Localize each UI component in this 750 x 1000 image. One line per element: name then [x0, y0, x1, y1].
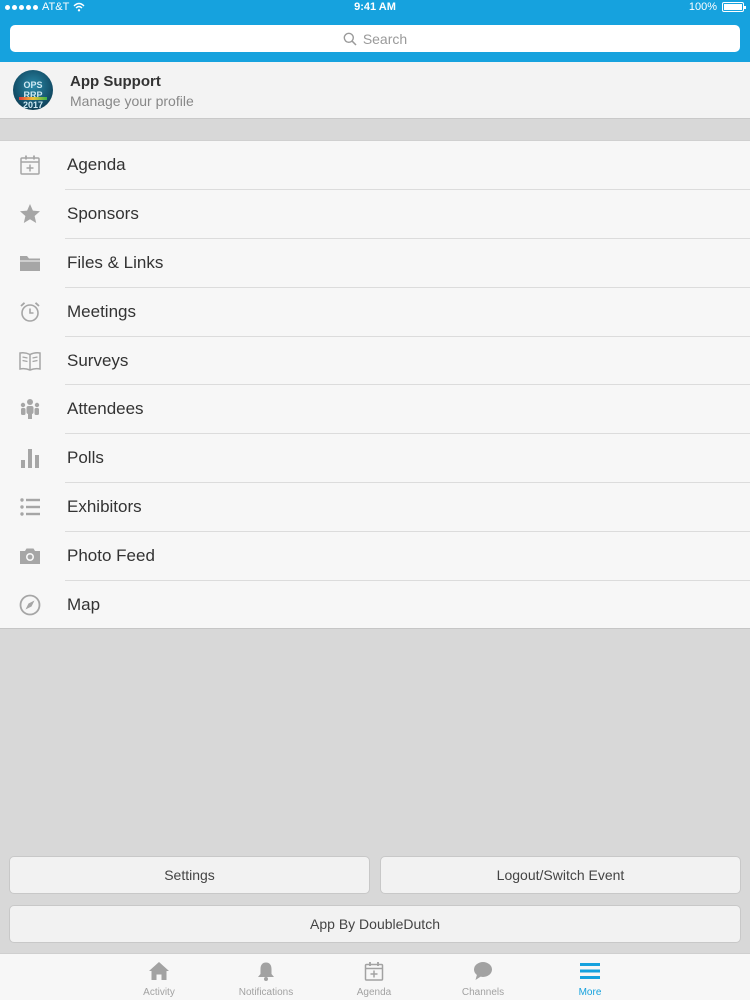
search-input[interactable]: Search	[10, 25, 740, 52]
menu-item-label: Photo Feed	[67, 546, 155, 566]
star-icon	[20, 203, 40, 223]
battery-icon	[722, 2, 746, 12]
tab-notifications[interactable]: Notifications	[212, 954, 320, 1000]
folder-icon	[20, 255, 40, 271]
avatar-stripe	[19, 97, 47, 100]
tab-label: More	[578, 987, 602, 998]
menu-item-label: Attendees	[67, 399, 144, 419]
status-time: 9:41 AM	[354, 1, 396, 13]
menu-item-files-links[interactable]: Files & Links	[0, 239, 750, 288]
app-by-doubledutch-button[interactable]: App By DoubleDutch	[9, 905, 741, 943]
profile-row[interactable]: OPS RRP 2017 App Support Manage your pro…	[0, 62, 750, 119]
menu-item-label: Agenda	[67, 155, 126, 174]
menu-item-label: Exhibitors	[67, 497, 142, 517]
people-icon	[20, 399, 40, 420]
menu-item-label: Map	[67, 595, 101, 615]
tab-label: Agenda	[356, 987, 392, 998]
menu-item-label: Sponsors	[67, 203, 139, 223]
hamburger-menu-icon	[580, 963, 600, 979]
compass-icon	[19, 594, 41, 616]
bell-icon	[258, 962, 274, 981]
search-icon	[343, 32, 357, 46]
bar-chart-icon	[21, 449, 39, 469]
menu-item-meetings[interactable]: Meetings	[0, 288, 750, 337]
top-bar: AT&T 9:41 AM 100% Search	[0, 0, 750, 62]
tab-agenda[interactable]: Agenda	[320, 954, 428, 1000]
menu-item-label: Files & Links	[67, 252, 164, 272]
camera-icon	[20, 548, 40, 565]
menu-item-label: Meetings	[67, 301, 136, 321]
tab-label: Activity	[143, 987, 175, 998]
tab-more[interactable]: More	[536, 954, 644, 1000]
list-icon	[20, 498, 40, 516]
more-menu-list: Agenda Sponsors Files & Links Meetings S…	[0, 140, 750, 629]
battery-percent: 100%	[688, 1, 717, 13]
tab-bar: Activity Notifications Agenda Channels M…	[0, 953, 750, 1000]
tab-label: Notifications	[238, 987, 294, 998]
menu-item-map[interactable]: Map	[0, 581, 750, 630]
alarm-clock-icon	[20, 301, 40, 322]
tab-channels[interactable]: Channels	[429, 954, 537, 1000]
home-icon	[149, 962, 169, 980]
menu-item-surveys[interactable]: Surveys	[0, 337, 750, 386]
status-bar: AT&T 9:41 AM 100%	[0, 0, 750, 16]
menu-item-sponsors[interactable]: Sponsors	[0, 190, 750, 239]
menu-item-exhibitors[interactable]: Exhibitors	[0, 483, 750, 533]
calendar-plus-icon	[364, 962, 384, 981]
tab-label: Channels	[461, 987, 505, 998]
menu-item-polls[interactable]: Polls	[0, 434, 750, 484]
profile-name: App Support	[70, 73, 161, 90]
chat-bubble-icon	[474, 962, 492, 980]
menu-item-photo-feed[interactable]: Photo Feed	[0, 532, 750, 581]
tab-activity[interactable]: Activity	[105, 954, 213, 1000]
calendar-plus-icon	[20, 155, 40, 175]
menu-item-label: Polls	[67, 448, 104, 468]
menu-item-label: Surveys	[67, 350, 129, 370]
menu-item-agenda[interactable]: Agenda	[0, 141, 750, 190]
search-placeholder: Search	[362, 30, 408, 47]
menu-item-attendees[interactable]: Attendees	[0, 385, 750, 435]
avatar: OPS RRP 2017	[13, 70, 53, 110]
avatar-text: OPS RRP 2017	[22, 80, 44, 110]
profile-subtitle: Manage your profile	[70, 93, 194, 109]
logout-switch-event-button[interactable]: Logout/Switch Event	[380, 856, 741, 894]
settings-button[interactable]: Settings	[9, 856, 370, 894]
open-book-icon	[19, 351, 41, 371]
